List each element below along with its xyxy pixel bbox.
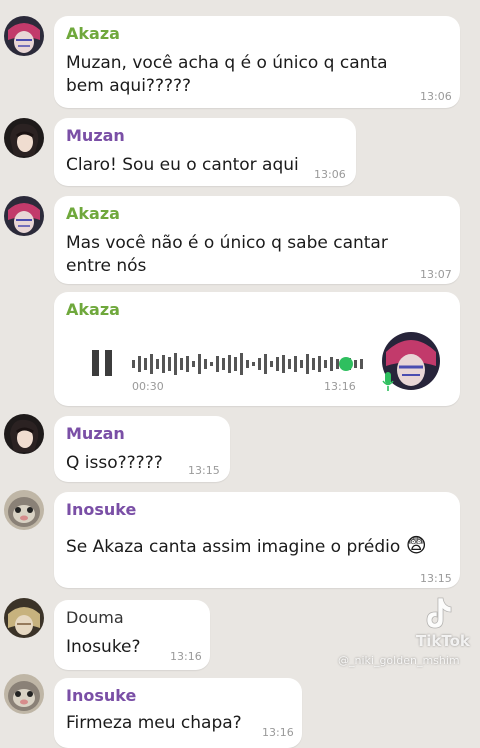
message-bubble[interactable]: Inosuke Firmeza meu chapa? 13:16	[54, 678, 302, 748]
message-time: 13:15	[188, 464, 220, 477]
sender-name: Inosuke	[66, 686, 137, 705]
message-time: 13:16	[170, 650, 202, 663]
sender-name: Akaza	[66, 24, 120, 43]
tiktok-watermark-text: TikTok	[416, 632, 470, 650]
message-time: 13:15	[420, 572, 452, 585]
message-time: 13:06	[420, 90, 452, 103]
message-text: Mas você não é o único q sabe cantar ent…	[66, 233, 388, 276]
sender-name: Akaza	[66, 300, 120, 319]
pause-icon[interactable]	[92, 350, 114, 376]
message-time: 13:06	[314, 168, 346, 181]
voice-waveform[interactable]	[132, 344, 368, 384]
message-text: Firmeza meu chapa?	[66, 713, 242, 733]
message-time: 13:07	[420, 268, 452, 281]
message-bubble[interactable]: Inosuke Se Akaza canta assim imagine o p…	[54, 492, 460, 588]
message-time: 13:16	[262, 726, 294, 739]
avatar-muzan[interactable]	[4, 414, 44, 454]
message-bubble[interactable]: Muzan Claro! Sou eu o cantor aqui 13:06	[54, 118, 356, 186]
voice-duration: 00:30	[132, 380, 164, 393]
avatar-akaza[interactable]	[4, 196, 44, 236]
sender-name: Akaza	[66, 204, 120, 223]
tiktok-watermark-user: @_niki_golden_mshim	[338, 654, 460, 667]
voice-message-bubble[interactable]: Akaza 00:30 13:16	[54, 292, 460, 406]
message-text-content: Se Akaza canta assim imagine o prédio	[66, 537, 401, 557]
message-text: Muzan, você acha q é o único q canta bem…	[66, 53, 388, 96]
message-text: Claro! Sou eu o cantor aqui	[66, 155, 299, 175]
microphone-icon	[382, 372, 394, 392]
message-bubble[interactable]: Akaza Mas você não é o único q sabe cant…	[54, 196, 460, 284]
sender-name: Muzan	[66, 424, 125, 443]
sender-name: Douma	[66, 608, 124, 627]
avatar-muzan[interactable]	[4, 118, 44, 158]
message-text: Q isso?????	[66, 453, 163, 473]
sender-name: Muzan	[66, 126, 125, 145]
tiktok-logo-icon	[418, 594, 456, 636]
message-text: Se Akaza canta assim imagine o prédio 😨	[66, 534, 427, 559]
message-bubble[interactable]: Muzan Q isso????? 13:15	[54, 416, 230, 482]
avatar-inosuke[interactable]	[4, 490, 44, 530]
avatar-inosuke[interactable]	[4, 674, 44, 714]
avatar-douma[interactable]	[4, 598, 44, 638]
message-bubble[interactable]: Akaza Muzan, você acha q é o único q can…	[54, 16, 460, 108]
message-text: Inosuke?	[66, 637, 141, 657]
message-time: 13:16	[324, 380, 356, 393]
fearful-face-icon: 😨	[405, 533, 427, 557]
message-bubble[interactable]: Douma Inosuke? 13:16	[54, 600, 210, 670]
sender-name: Inosuke	[66, 500, 137, 519]
avatar-akaza[interactable]	[4, 16, 44, 56]
